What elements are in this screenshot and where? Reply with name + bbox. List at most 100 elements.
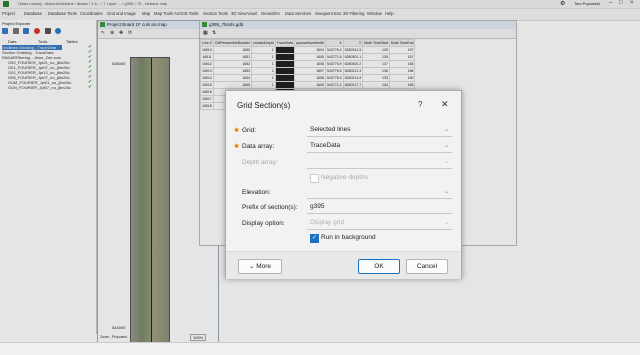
table-cell[interactable]: 167 [388,53,416,61]
run-background-checkbox[interactable]: ✓ [310,234,319,243]
table-cell[interactable]: 16516 [200,88,214,96]
table-cell[interactable]: 1608 [293,74,327,82]
table-cell[interactable]: 167 [388,46,416,54]
menu-grid-and-image[interactable]: Grid and Image [107,11,136,16]
display-option-select[interactable]: Display grid ⌄ [307,218,452,230]
refresh-icon[interactable]: ⟳ [128,30,132,36]
table-cell[interactable]: 160 [388,74,416,82]
table-cell[interactable]: 5280341.5 [342,46,364,54]
table-cell[interactable] [274,67,295,75]
open-icon[interactable] [2,28,8,34]
table-cell[interactable]: 543776.9 [325,60,344,68]
table-cell[interactable]: 5280300.2 [342,60,364,68]
table-cell[interactable]: 1654 [212,74,253,82]
menu-voxel[interactable]: Voxel [247,11,257,16]
table-cell[interactable]: 5280221.3 [342,67,364,75]
table-cell[interactable] [274,60,295,68]
table-cell[interactable]: 543776.4 [325,46,344,54]
table-cell[interactable]: 1 [251,53,276,61]
table-cell[interactable]: 1 [251,46,276,54]
menu-database-tools[interactable]: Database Tools [48,11,77,16]
table-cell[interactable]: 1605 [293,53,327,61]
table-cell[interactable]: 5280214.9 [342,74,364,82]
table-cell[interactable]: 16513 [200,67,214,75]
table-cell[interactable]: 166 [388,67,416,75]
ok-button[interactable]: OK [358,259,400,274]
column-header[interactable]: X [325,39,344,47]
table-cell[interactable]: 543771.8 [325,53,344,61]
settings-icon[interactable]: ⚙ [560,0,565,7]
table-cell[interactable] [274,53,295,61]
table-cell[interactable]: 1607 [293,67,327,75]
table-row[interactable]: 16511 1651 1 1605 543771.8 5280301.1 135 167 [200,53,416,61]
table-row[interactable]: 16513 1653 1 1607 543778.5 5280221.3 136 166 [200,67,416,75]
user-name[interactable]: Tom Popowski [574,1,600,6]
depth-array-select[interactable]: ⌄ [307,157,452,169]
grid-select[interactable]: Selected lines ⌄ [307,125,452,137]
elevation-select[interactable]: ⌄ [307,187,452,199]
table-row[interactable]: 16512 1652 1 1606 543776.9 5280300.2 137 165 [200,60,416,68]
menu-3d-view[interactable]: 3D View [231,11,247,16]
help-icon[interactable]: ? [418,100,422,109]
table-cell[interactable]: 16514 [200,74,214,82]
table-cell[interactable]: 1604 [293,46,327,54]
table-cell[interactable]: 133 [362,74,390,82]
record-icon[interactable] [34,28,41,34]
table-cell[interactable]: 1655 [212,81,253,89]
table-cell[interactable]: 16518 [200,102,214,110]
table-cell[interactable]: 1606 [293,60,327,68]
table-cell[interactable]: 135 [362,46,390,54]
menu-window[interactable]: Window [367,11,382,16]
pointer-icon[interactable]: ↖ [101,30,105,36]
cancel-button[interactable]: Cancel [406,259,448,274]
pan-icon[interactable]: ✥ [119,30,123,36]
minimize-icon[interactable]: – [609,0,612,6]
table-cell[interactable] [274,46,295,54]
column-header[interactable]: Mute TimeEnd [388,39,416,47]
save-icon[interactable] [12,28,19,34]
maximize-icon[interactable]: □ [619,0,623,6]
sort-icon[interactable]: ⇅ [212,30,216,36]
table-cell[interactable]: 1 [251,60,276,68]
table-cell[interactable]: 134 [362,81,390,89]
filter-icon[interactable]: ▦ [203,30,208,36]
table-cell[interactable]: 16512 [200,60,214,68]
table-row[interactable]: 16510 1650 1 1604 543776.4 5280341.5 135 167 [200,46,416,54]
table-cell[interactable] [274,81,295,89]
menu-help[interactable]: Help [385,11,394,16]
table-cell[interactable]: 137 [362,60,390,68]
menu-map-tools[interactable]: Map Tools [154,11,173,16]
menu-coordinates[interactable]: Coordinates [80,11,103,16]
menu-map[interactable]: Map [142,11,150,16]
table-cell[interactable]: 165 [388,60,416,68]
table-cell[interactable]: 165 [388,81,416,89]
table-cell[interactable]: 5280301.1 [342,53,364,61]
table-cell[interactable]: 5280217.7 [342,81,364,89]
help-icon[interactable] [55,28,62,34]
menu-section-tools[interactable]: Section Tools [203,11,228,16]
table-cell[interactable]: 543778.5 [325,67,344,75]
prefix-input[interactable]: g395 [307,202,452,214]
table-cell[interactable]: 135 [362,53,390,61]
table-row[interactable]: 16515 1655 1 1609 543772.2 5280217.7 134 165 [200,81,416,89]
table-cell[interactable]: 1 [251,67,276,75]
tab-tools[interactable]: Tools [38,39,47,44]
zoom-select[interactable]: 100% [190,334,207,341]
table-cell[interactable]: 1 [251,74,276,82]
tree-item[interactable]: GUN_FOURIER_Jpt07_no_j8m26c [8,85,71,90]
column-header[interactable]: CMPensembleNumber [212,39,253,47]
tab-data[interactable]: Data [8,39,16,44]
column-header[interactable]: quenceNumberWi [293,39,327,47]
menu-2d-filtering[interactable]: 2D Filtering [343,11,364,16]
menu-geosoftai[interactable]: GeosoftAI [261,11,280,16]
close-icon[interactable]: ✕ [441,99,449,110]
close-icon[interactable]: × [630,0,634,6]
tab-tables[interactable]: Tables [66,39,78,44]
table-cell[interactable]: 1650 [212,46,253,54]
table-cell[interactable]: 1 [251,81,276,89]
table-cell[interactable]: 16517 [200,95,214,103]
menu-data-services[interactable]: Data Services [285,11,311,16]
data-array-select[interactable]: TraceData ⌄ [307,141,452,153]
column-header[interactable]: Y [342,39,364,47]
menu-arcgis-tools[interactable]: ArcGIS Tools [174,11,198,16]
